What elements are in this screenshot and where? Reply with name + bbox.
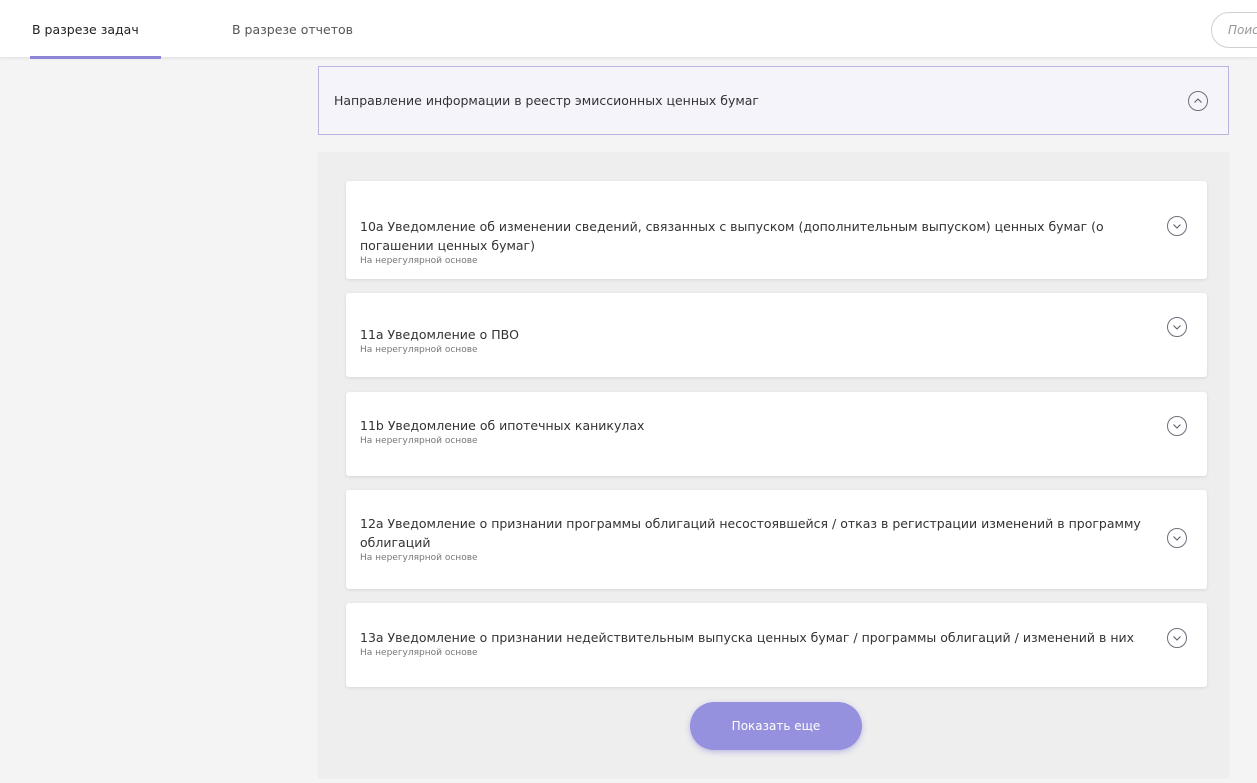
top-bar: В разрезе задач В разрезе отчетов [0, 0, 1257, 59]
chevron-down-icon[interactable] [1167, 317, 1187, 337]
report-item-frequency: На нерегулярной основе [360, 436, 478, 446]
show-more-button[interactable]: Показать еще [690, 702, 862, 750]
report-item[interactable]: 12а Уведомление о признании программы об… [346, 490, 1207, 589]
report-item-frequency: На нерегулярной основе [360, 648, 478, 658]
report-item-frequency: На нерегулярной основе [360, 256, 478, 266]
tab-by-tasks[interactable]: В разрезе задач [15, 0, 161, 59]
search-input[interactable] [1211, 12, 1257, 48]
report-item-title: 10а Уведомление об изменении сведений, с… [360, 219, 1104, 253]
report-item-title: 11b Уведомление об ипотечных каникулах [360, 418, 645, 433]
report-item[interactable]: 11b Уведомление об ипотечных каникулах Н… [346, 392, 1207, 476]
report-item-frequency: На нерегулярной основе [360, 553, 478, 563]
report-item[interactable]: 10а Уведомление об изменении сведений, с… [346, 181, 1207, 279]
section-title: Направление информации в реестр эмиссион… [334, 93, 759, 108]
report-item-title: 12а Уведомление о признании программы об… [360, 516, 1141, 550]
report-item[interactable]: 11а Уведомление о ПВО На нерегулярной ос… [346, 293, 1207, 377]
report-item[interactable]: 13а Уведомление о признании недействител… [346, 603, 1207, 687]
section-header[interactable]: Направление информации в реестр эмиссион… [318, 66, 1229, 135]
chevron-down-icon[interactable] [1167, 216, 1187, 236]
chevron-up-icon[interactable] [1188, 91, 1208, 111]
tab-by-reports[interactable]: В разрезе отчетов [232, 0, 353, 58]
chevron-down-icon[interactable] [1167, 416, 1187, 436]
chevron-down-icon[interactable] [1167, 528, 1187, 548]
report-item-title: 11а Уведомление о ПВО [360, 327, 520, 342]
report-item-frequency: На нерегулярной основе [360, 345, 478, 355]
report-item-title: 13а Уведомление о признании недействител… [360, 630, 1135, 645]
chevron-down-icon[interactable] [1167, 628, 1187, 648]
